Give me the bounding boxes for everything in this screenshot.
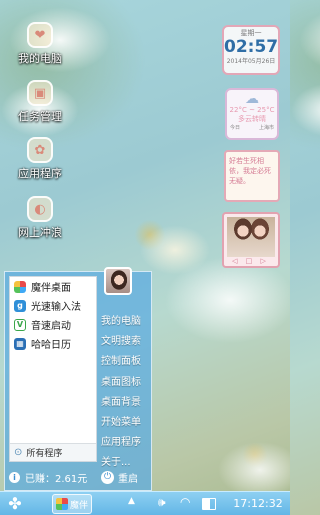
apps-icon: ✿ xyxy=(27,137,53,163)
start-menu: 魔伴桌面 g 光速输入法 V 音速启动 ▦ 哈哈日历 ⊙ 所有程序 我的电脑 文… xyxy=(4,271,152,491)
taskbar: ✤ 魔伴 ▲ 🕪 ◠ 17:12:32 xyxy=(0,491,290,515)
desktop-icon-task-manager[interactable]: ▣ 任务管理 xyxy=(8,80,72,124)
browser-icon: ◐ xyxy=(27,196,53,222)
taskbar-clock[interactable]: 17:12:32 xyxy=(228,492,288,515)
desktop-icon-browser[interactable]: ◐ 网上冲浪 xyxy=(8,196,72,240)
calendar-icon: ▦ xyxy=(14,337,26,350)
start-menu-links: 我的电脑 文明搜索 控制面板 桌面图标 桌面背景 开始菜单 应用程序 关于... xyxy=(101,312,151,474)
task-manager-icon: ▣ xyxy=(27,80,53,106)
link-my-computer[interactable]: 我的电脑 xyxy=(101,312,151,332)
weather-city: 上海市 xyxy=(258,125,274,131)
photo-widget[interactable]: ◁ □ ▷ xyxy=(222,212,280,268)
start-menu-app-item[interactable]: ▦ 哈哈日历 xyxy=(10,334,96,353)
computer-icon: ❤ xyxy=(27,22,53,48)
all-programs-label: 所有程序 xyxy=(26,449,63,459)
weather-day: 今日 xyxy=(230,125,241,131)
app-label: 光速输入法 xyxy=(31,302,81,313)
mobanzhuomian-icon xyxy=(56,498,68,510)
start-menu-app-item[interactable]: g 光速输入法 xyxy=(10,296,96,315)
start-menu-app-item[interactable]: 魔伴桌面 xyxy=(10,277,96,296)
power-icon: ⏻ xyxy=(101,470,114,484)
volume-icon[interactable]: 🕪 xyxy=(158,495,166,510)
note-text: 好若生死相依，我定必死无疑。 xyxy=(229,157,271,185)
clock-date: 2014年05月26日 xyxy=(226,58,276,65)
all-programs-button[interactable]: ⊙ 所有程序 xyxy=(10,443,96,461)
link-control-panel[interactable]: 控制面板 xyxy=(101,352,151,372)
avatar[interactable] xyxy=(104,267,132,295)
wifi-icon[interactable]: ◠ xyxy=(180,495,190,509)
taskbar-app-label: 魔伴 xyxy=(70,500,89,511)
note-widget[interactable]: 好若生死相依，我定必死无疑。 xyxy=(224,150,280,202)
start-menu-app-list: 魔伴桌面 g 光速输入法 V 音速启动 ▦ 哈哈日历 ⊙ 所有程序 xyxy=(9,276,97,462)
clover-icon: ✤ xyxy=(8,494,22,513)
photo-controls[interactable]: ◁ □ ▷ xyxy=(232,257,269,265)
info-icon: i xyxy=(9,471,20,483)
app-label: 哈哈日历 xyxy=(31,340,71,351)
link-search[interactable]: 文明搜索 xyxy=(101,332,151,352)
desktop-icon-my-computer[interactable]: ❤ 我的电脑 xyxy=(8,22,72,66)
start-menu-app-item[interactable]: V 音速启动 xyxy=(10,315,96,334)
restart-label: 重启 xyxy=(118,473,138,485)
launcher-icon: V xyxy=(14,318,26,331)
desktop-icon-label: 任务管理 xyxy=(18,110,62,123)
tray-expand-icon[interactable]: ▲ xyxy=(128,496,135,506)
weather-desc: 多云转晴 xyxy=(238,115,266,123)
battery-icon[interactable] xyxy=(202,498,216,510)
clock-time: 02:57 xyxy=(224,37,279,57)
start-button[interactable]: ✤ xyxy=(6,495,24,513)
restart-button[interactable]: ⏻ 重启 xyxy=(101,470,138,485)
link-start-menu[interactable]: 开始菜单 xyxy=(101,413,151,433)
link-desktop-background[interactable]: 桌面背景 xyxy=(101,393,151,413)
link-desktop-icons[interactable]: 桌面图标 xyxy=(101,373,151,393)
weather-temp: 22°C ~ 25°C xyxy=(229,106,275,114)
earned-label: 已赚：2.61元 xyxy=(25,473,88,485)
desktop-icon-apps[interactable]: ✿ 应用程序 xyxy=(8,137,72,181)
desktop-icon-label: 网上冲浪 xyxy=(18,226,62,239)
app-label: 魔伴桌面 xyxy=(31,283,71,294)
desktop-icon-label: 我的电脑 xyxy=(18,52,62,65)
app-label: 音速启动 xyxy=(31,321,71,332)
mobanzhuomian-icon xyxy=(14,280,26,293)
start-menu-footer: i 已赚：2.61元 ⏻ 重启 xyxy=(5,464,151,490)
weather-widget[interactable]: ☁ 22°C ~ 25°C 多云转晴 今日 上海市 xyxy=(225,88,279,140)
input-method-icon: g xyxy=(14,299,26,312)
taskbar-app-moban[interactable]: 魔伴 xyxy=(52,494,92,514)
desktop-icon-label: 应用程序 xyxy=(18,167,62,180)
link-apps[interactable]: 应用程序 xyxy=(101,433,151,453)
photo-image xyxy=(227,217,275,257)
arrow-right-icon: ⊙ xyxy=(14,447,23,458)
earned-info[interactable]: i 已赚：2.61元 xyxy=(9,470,87,485)
cloud-icon: ☁ xyxy=(245,91,259,107)
clock-widget[interactable]: 星期一 02:57 2014年05月26日 xyxy=(222,25,280,75)
